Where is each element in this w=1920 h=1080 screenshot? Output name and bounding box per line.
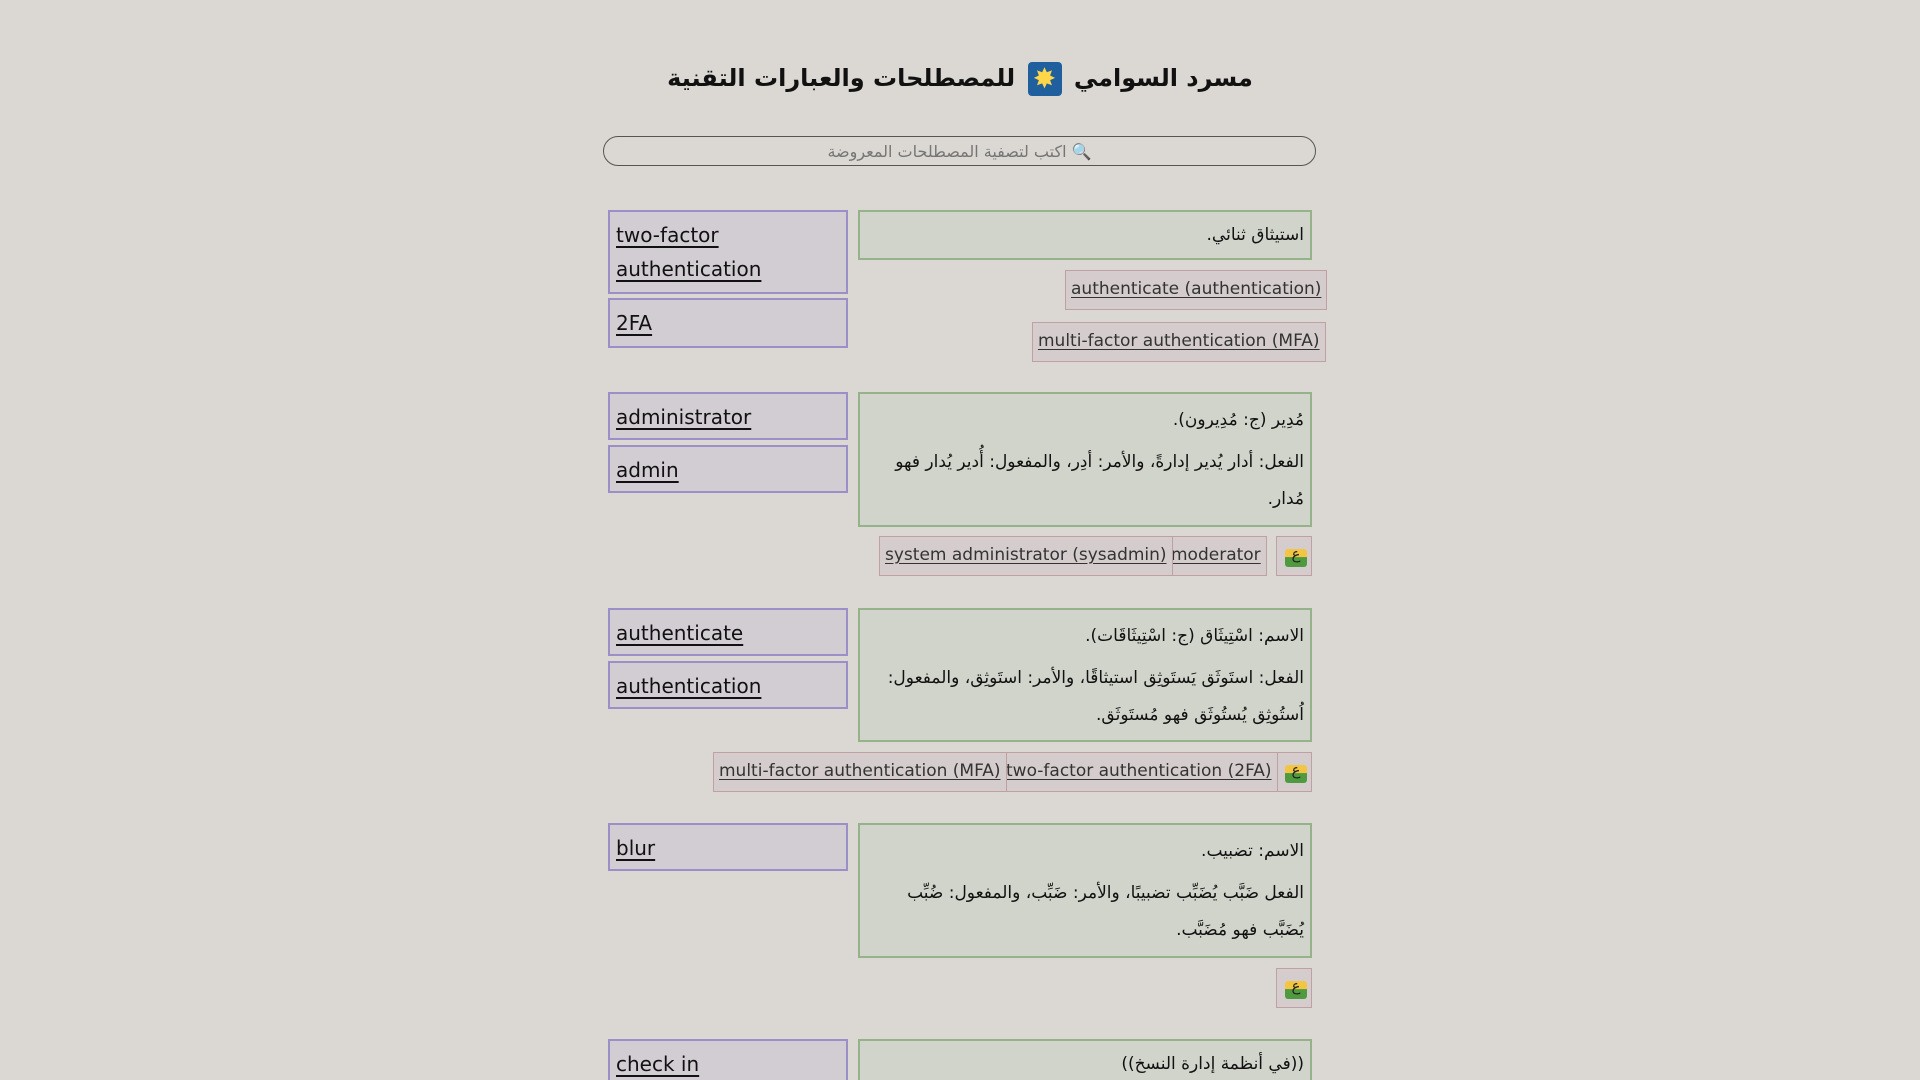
definition-box: مُدِير (ج: مُدِيرون). الفعل: أدار يُدير … bbox=[858, 392, 1312, 527]
term-blur[interactable]: blur bbox=[608, 823, 848, 871]
definition-text: استيثاق ثنائي. bbox=[1206, 225, 1304, 245]
term-two-factor-authentication[interactable]: two-factor authentication bbox=[608, 210, 848, 294]
image-button[interactable]: ع bbox=[1276, 536, 1312, 576]
filter-input[interactable] bbox=[603, 136, 1316, 166]
definition-text: مُدِير (ج: مُدِيرون). bbox=[1172, 410, 1304, 430]
title-part-2: للمصطلحات والعبارات التقنية bbox=[667, 64, 1016, 92]
term-link: check in bbox=[616, 1052, 700, 1076]
definition-text: الاسم: اسْتِيثَاق (ج: اسْتِيثَاقَات). bbox=[1085, 626, 1304, 646]
term-administrator[interactable]: administrator bbox=[608, 392, 848, 440]
title-part-1: مسرد السوامي bbox=[1073, 64, 1253, 92]
term-2fa[interactable]: 2FA bbox=[608, 298, 848, 348]
term-authenticate[interactable]: authenticate bbox=[608, 608, 848, 656]
related-link[interactable]: system administrator (sysadmin) bbox=[879, 536, 1173, 576]
term-link: authenticate bbox=[616, 621, 744, 645]
definition-box: استيثاق ثنائي. bbox=[858, 210, 1312, 260]
term-link: administrator bbox=[616, 405, 752, 429]
image-glyph: ع bbox=[1291, 545, 1301, 563]
definition-text: ((في أنظمة إدارة النسخ)) bbox=[1121, 1054, 1304, 1074]
related-link-text: system administrator (sysadmin) bbox=[885, 545, 1167, 565]
term-link: two-factor authentication bbox=[616, 223, 762, 281]
related-link[interactable]: multi-factor authentication (MFA) bbox=[713, 752, 1007, 792]
related-link-text: multi-factor authentication (MFA) bbox=[1038, 331, 1320, 351]
image-glyph: ع bbox=[1291, 977, 1301, 995]
term-link: blur bbox=[616, 836, 656, 860]
glossary-page: مسرد السوامي للمصطلحات والعبارات التقنية… bbox=[0, 0, 1920, 1080]
definition-text: الاسم: تضبيب. bbox=[1201, 841, 1304, 861]
page-title: مسرد السوامي للمصطلحات والعبارات التقنية bbox=[0, 58, 1920, 98]
term-link: authentication bbox=[616, 674, 762, 698]
related-link-text: multi-factor authentication (MFA) bbox=[719, 761, 1001, 781]
image-button[interactable]: ع bbox=[1276, 752, 1312, 792]
image-button[interactable]: ع bbox=[1276, 968, 1312, 1008]
term-authentication[interactable]: authentication bbox=[608, 661, 848, 709]
verb-text: الفعل ضَبَّب يُضَبِّب تضبيبًا، والأمر: ض… bbox=[907, 883, 1304, 940]
verb-text: الفعل: أدار يُدير إدارةً، والأمر: أدِر، … bbox=[895, 452, 1304, 509]
term-check-in[interactable]: check in bbox=[608, 1039, 848, 1080]
term-link: admin bbox=[616, 458, 679, 482]
related-link-text: moderator bbox=[1171, 545, 1261, 565]
related-link[interactable]: two-factor authentication (2FA) bbox=[1000, 752, 1278, 792]
definition-box: الاسم: تضبيب. الفعل ضَبَّب يُضَبِّب تضبي… bbox=[858, 823, 1312, 958]
image-glyph: ع bbox=[1291, 761, 1301, 779]
verb-text: الفعل: استَوثَق يَستَوثِق استيثاقًا، وال… bbox=[887, 668, 1304, 725]
related-link-text: two-factor authentication (2FA) bbox=[1006, 761, 1272, 781]
related-link-text: authenticate (authentication) bbox=[1071, 279, 1322, 299]
term-admin[interactable]: admin bbox=[608, 445, 848, 493]
definition-box: ((في أنظمة إدارة النسخ)) bbox=[858, 1039, 1312, 1080]
sparkle-icon bbox=[1027, 62, 1062, 96]
related-link[interactable]: authenticate (authentication) bbox=[1065, 270, 1328, 310]
related-link[interactable]: moderator bbox=[1165, 536, 1267, 576]
term-link: 2FA bbox=[616, 311, 653, 335]
definition-box: الاسم: اسْتِيثَاق (ج: اسْتِيثَاقَات). ال… bbox=[858, 608, 1312, 742]
related-link[interactable]: multi-factor authentication (MFA) bbox=[1032, 322, 1326, 362]
